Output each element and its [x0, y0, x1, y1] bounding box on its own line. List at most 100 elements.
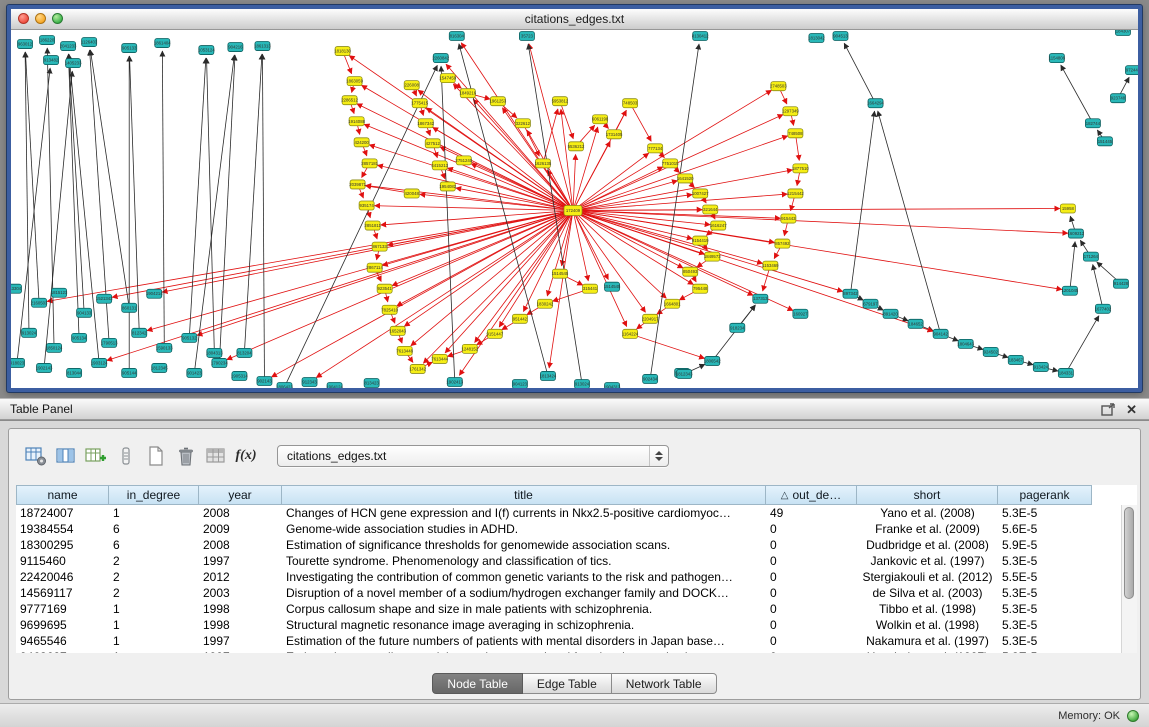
table-cell[interactable]: 0 — [766, 554, 857, 568]
show-columns-button[interactable] — [51, 442, 81, 470]
graph-edge[interactable] — [227, 212, 570, 360]
table-cell[interactable]: 0 — [766, 570, 857, 584]
graph-edge[interactable] — [577, 136, 788, 209]
graph-node[interactable]: 1806423 — [276, 382, 293, 388]
graph-edge[interactable] — [1070, 242, 1075, 287]
graph-node[interactable]: 7613444 — [431, 354, 448, 363]
graph-node[interactable]: 1790513 — [101, 338, 118, 347]
graph-node[interactable]: 1007427 — [692, 189, 709, 198]
graph-node[interactable]: 1164224 — [622, 329, 639, 338]
graph-edge[interactable] — [471, 164, 569, 209]
graph-node[interactable]: 184307 — [1115, 30, 1130, 36]
graph-edge[interactable] — [577, 211, 1068, 233]
graph-node[interactable]: 1652043 — [389, 326, 406, 335]
graph-edge[interactable] — [1070, 216, 1074, 230]
window-titlebar[interactable]: citations_edges.txt — [11, 9, 1138, 30]
graph-node[interactable]: 160927 — [793, 309, 808, 318]
graph-edge[interactable] — [844, 43, 873, 100]
graph-node[interactable]: 905144 — [122, 368, 137, 377]
table-cell[interactable]: 6 — [109, 522, 199, 536]
graph-node[interactable]: 813204 — [237, 348, 252, 357]
table-cell[interactable]: 22420046 — [16, 570, 109, 584]
graph-node[interactable]: 918234 — [730, 323, 745, 332]
graph-edge[interactable] — [363, 146, 367, 156]
graph-node[interactable]: 1904124 — [326, 382, 343, 388]
graph-node[interactable]: 424200 — [354, 138, 369, 147]
graph-edge[interactable] — [575, 110, 626, 207]
graph-node[interactable]: 1903124 — [91, 358, 108, 367]
table-row[interactable]: 1456911722003Disruption of a novel membe… — [16, 585, 1137, 601]
table-cell[interactable]: 1998 — [199, 618, 282, 632]
graph-edge[interactable] — [1061, 65, 1091, 120]
graph-node[interactable]: 2039871 — [349, 180, 366, 189]
graph-node[interactable]: 857492 — [775, 239, 790, 248]
graph-edge[interactable] — [851, 111, 875, 290]
graph-node[interactable]: 2160503 — [31, 298, 48, 307]
graph-node[interactable]: 902143 — [257, 376, 272, 385]
graph-node[interactable]: 905133 — [122, 44, 137, 53]
column-header-short[interactable]: short — [857, 485, 998, 505]
table-cell[interactable]: 2008 — [199, 538, 282, 552]
table-cell[interactable]: 1998 — [199, 602, 282, 616]
graph-node[interactable]: 923541 — [377, 284, 392, 293]
graph-node[interactable]: 901423 — [187, 368, 202, 377]
graph-node[interactable]: 1609212 — [1068, 229, 1085, 238]
graph-node[interactable]: 1861404 — [154, 39, 171, 48]
table-cell[interactable]: 0 — [766, 650, 857, 653]
graph-node[interactable]: 1902143 — [36, 363, 53, 372]
graph-node[interactable]: 913424 — [1033, 362, 1048, 371]
close-window-button[interactable] — [18, 13, 29, 24]
table-row[interactable]: 911546021997Tourette syndrome. Phenomeno… — [16, 553, 1137, 569]
graph-node[interactable]: 1201045 — [1062, 286, 1079, 295]
graph-node[interactable]: 1849573 — [704, 252, 721, 261]
graph-node[interactable]: 186220 — [40, 36, 55, 45]
network-view[interactable]: 1724091818130186305922865121914088424200… — [11, 30, 1138, 388]
table-cell[interactable]: 0 — [766, 522, 857, 536]
graph-node[interactable]: 1126403 — [81, 38, 98, 47]
graph-edge[interactable] — [784, 222, 787, 235]
graph-node[interactable]: 1405233 — [65, 59, 82, 68]
graph-edge[interactable] — [377, 251, 379, 260]
graph-edge[interactable] — [1080, 240, 1088, 253]
graph-node[interactable]: 2851811 — [364, 221, 381, 230]
table-cell[interactable]: Wolkin et al. (1998) — [857, 618, 998, 632]
graph-edge[interactable] — [220, 55, 235, 359]
table-row[interactable]: 2242004622012Investigating the contribut… — [16, 569, 1137, 585]
graph-node[interactable]: 850493 — [683, 267, 698, 276]
graph-node[interactable]: 1790234 — [211, 358, 228, 367]
table-cell[interactable]: Changes of HCN gene expression and I(f) … — [282, 506, 766, 520]
table-cell[interactable]: 19384554 — [16, 522, 109, 536]
graph-node[interactable]: 1547459 — [439, 74, 456, 83]
graph-node[interactable]: 1664294 — [867, 99, 884, 108]
table-cell[interactable]: 18300295 — [16, 538, 109, 552]
table-cell[interactable]: Tourette syndrome. Phenomenology and cla… — [282, 554, 766, 568]
graph-node[interactable]: 1626135 — [535, 159, 552, 168]
graph-edge[interactable] — [796, 137, 799, 160]
graph-node[interactable]: 2867114 — [366, 263, 383, 272]
graph-node[interactable]: 914428 — [1113, 279, 1128, 288]
table-cell[interactable]: 0 — [766, 634, 857, 648]
network-canvas[interactable]: 1724091818130186305922865121914088424200… — [11, 30, 1138, 388]
table-cell[interactable]: 2012 — [199, 570, 282, 584]
graph-node[interactable]: 1521343 — [96, 294, 113, 303]
function-builder-button[interactable]: f(x) — [231, 442, 261, 470]
graph-edge[interactable] — [632, 107, 651, 142]
table-cell[interactable]: 9115460 — [16, 554, 109, 568]
graph-edge[interactable] — [352, 85, 354, 93]
graph-node[interactable]: 748503 — [623, 99, 638, 108]
graph-edge[interactable] — [245, 54, 262, 349]
graph-node[interactable]: 1961253 — [490, 97, 507, 106]
graph-edge[interactable] — [577, 181, 678, 210]
graph-edge[interactable] — [17, 68, 50, 359]
table-row[interactable]: 977716911998Corpus callosum shape and si… — [16, 601, 1137, 617]
table-cell[interactable]: 0 — [766, 538, 857, 552]
table-cell[interactable]: 5.5E-5 — [998, 570, 1092, 584]
graph-edge[interactable] — [421, 107, 424, 116]
graph-edge[interactable] — [427, 127, 430, 136]
graph-node[interactable]: 137313 — [753, 294, 768, 303]
graph-edge[interactable] — [381, 211, 569, 225]
graph-node[interactable]: 813423 — [364, 378, 379, 387]
table-cell[interactable]: 5.3E-5 — [998, 602, 1092, 616]
graph-node[interactable]: 1677402 — [1095, 304, 1112, 313]
graph-node[interactable]: 1248152 — [461, 344, 478, 353]
